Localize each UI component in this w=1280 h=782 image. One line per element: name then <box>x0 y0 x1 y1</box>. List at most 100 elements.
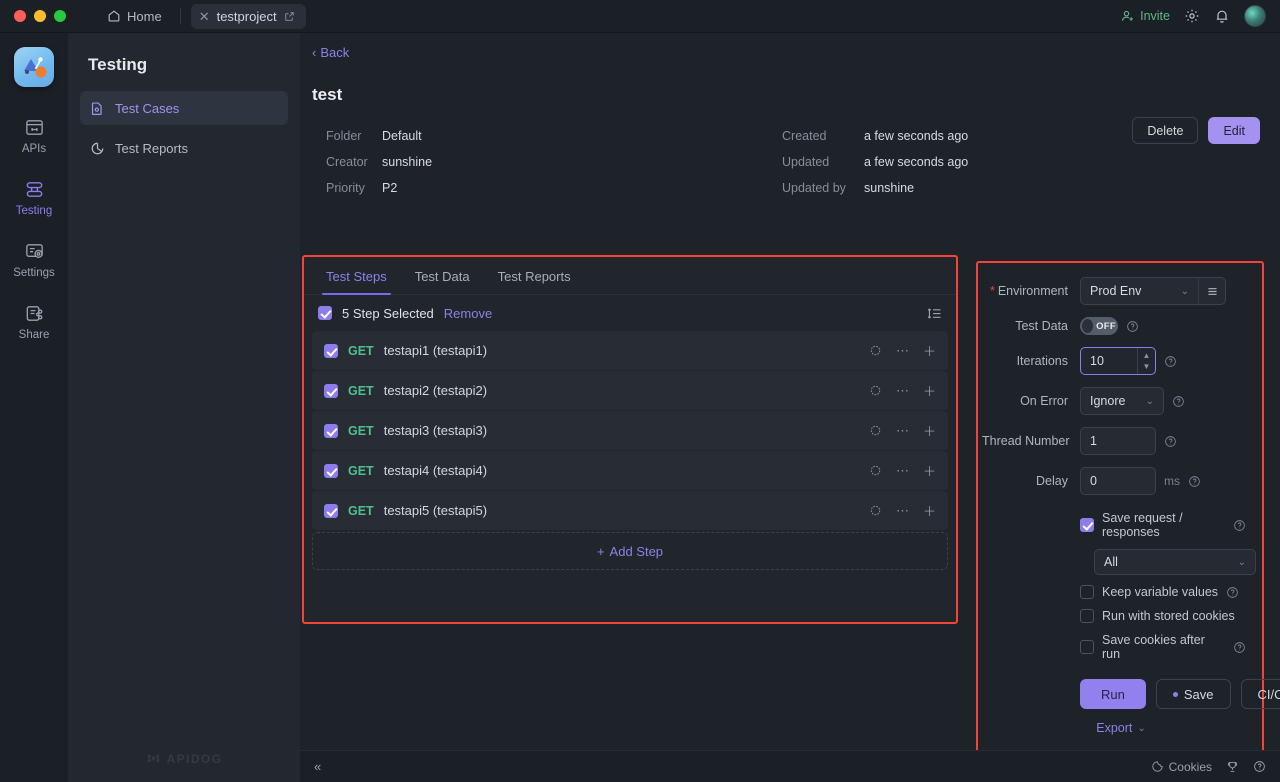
step-checkbox[interactable] <box>324 343 338 358</box>
table-row[interactable]: GET testapi4 (testapi4) ⋯ ＋ <box>312 451 948 490</box>
meta-row: Updated by sunshine <box>782 175 968 201</box>
back-button[interactable]: ‹ Back <box>312 45 349 60</box>
iterations-stepper[interactable]: 10 ▲ ▼ <box>1080 347 1156 375</box>
project-tab[interactable]: ✕ testproject <box>190 3 306 29</box>
help-icon[interactable] <box>1226 586 1239 599</box>
gear-icon[interactable] <box>1184 8 1200 24</box>
step-checkbox[interactable] <box>324 503 338 518</box>
rail-item-apis[interactable]: APIs <box>6 109 62 161</box>
help-icon[interactable] <box>1253 760 1266 773</box>
help-icon[interactable] <box>1233 519 1246 532</box>
tab-test-reports[interactable]: Test Reports <box>486 269 583 294</box>
rail-item-settings[interactable]: Settings <box>6 233 62 285</box>
add-icon[interactable]: ＋ <box>923 381 936 400</box>
add-step-button[interactable]: + Add Step <box>312 532 948 570</box>
add-icon[interactable]: ＋ <box>923 461 936 480</box>
meta-row: Created a few seconds ago <box>782 123 968 149</box>
maximize-window-button[interactable] <box>54 10 66 22</box>
tab-test-data[interactable]: Test Data <box>403 269 482 294</box>
rail-item-share[interactable]: Share <box>6 295 62 347</box>
settings-icon <box>24 241 45 262</box>
minimize-window-button[interactable] <box>34 10 46 22</box>
refresh-icon[interactable] <box>869 384 882 397</box>
tab-test-steps[interactable]: Test Steps <box>314 269 399 295</box>
keep-variables-checkbox[interactable] <box>1080 585 1094 599</box>
more-options-icon[interactable]: ⋯ <box>896 423 909 439</box>
meta-key: Updated <box>782 155 830 169</box>
help-icon[interactable] <box>1233 641 1246 654</box>
collapse-icon[interactable]: « <box>314 759 321 774</box>
bell-icon[interactable] <box>1214 8 1230 24</box>
help-icon[interactable] <box>1164 435 1177 448</box>
thread-number-value: 1 <box>1090 434 1097 448</box>
meta-value: Default <box>382 129 422 143</box>
delay-row: Delay 0 ms <box>982 467 1246 495</box>
table-row[interactable]: GET testapi3 (testapi3) ⋯ ＋ <box>312 411 948 450</box>
stored-cookies-checkbox[interactable] <box>1080 609 1094 623</box>
step-checkbox[interactable] <box>324 463 338 478</box>
select-all-checkbox[interactable] <box>318 306 332 320</box>
more-options-icon[interactable]: ⋯ <box>896 503 909 519</box>
sidebar-item-test-reports[interactable]: Test Reports <box>80 131 288 165</box>
remove-steps-button[interactable]: Remove <box>444 306 492 321</box>
environment-manage-button[interactable] <box>1198 277 1226 305</box>
run-button[interactable]: Run <box>1080 679 1146 709</box>
help-icon[interactable] <box>1172 395 1185 408</box>
close-window-button[interactable] <box>14 10 26 22</box>
add-icon[interactable]: ＋ <box>923 421 936 440</box>
more-options-icon[interactable]: ⋯ <box>896 383 909 399</box>
home-tab[interactable]: Home <box>99 5 170 28</box>
refresh-icon[interactable] <box>869 464 882 477</box>
refresh-icon[interactable] <box>869 344 882 357</box>
meta-value: P2 <box>382 181 398 195</box>
test-data-toggle[interactable]: OFF <box>1080 317 1118 335</box>
stepper-down-icon[interactable]: ▼ <box>1143 362 1151 371</box>
add-icon[interactable]: ＋ <box>923 501 936 520</box>
delete-button[interactable]: Delete <box>1132 117 1199 144</box>
keep-variables-label: Keep variable values <box>1102 585 1219 599</box>
edit-button[interactable]: Edit <box>1208 117 1260 144</box>
invite-button[interactable]: Invite <box>1121 9 1170 23</box>
close-icon[interactable]: ✕ <box>199 10 210 23</box>
refresh-icon[interactable] <box>869 424 882 437</box>
environment-select[interactable]: Prod Env ⌄ <box>1080 277 1198 305</box>
apis-icon <box>24 117 45 138</box>
step-name: testapi3 (testapi3) <box>383 423 488 438</box>
cicd-button[interactable]: CI/CD <box>1240 679 1280 709</box>
save-button[interactable]: Save <box>1155 679 1231 709</box>
table-row[interactable]: GET testapi5 (testapi5) ⋯ ＋ <box>312 491 948 530</box>
sort-icon[interactable] <box>927 306 942 321</box>
chevron-left-icon: ‹ <box>312 45 317 60</box>
avatar[interactable] <box>1244 5 1266 27</box>
help-icon[interactable] <box>1126 320 1139 333</box>
app-logo[interactable] <box>14 47 54 87</box>
rail-item-testing[interactable]: Testing <box>6 171 62 223</box>
save-requests-checkbox[interactable] <box>1080 518 1094 532</box>
step-checkbox[interactable] <box>324 383 338 398</box>
add-icon[interactable]: ＋ <box>923 341 936 360</box>
refresh-icon[interactable] <box>869 504 882 517</box>
save-cookies-checkbox[interactable] <box>1080 640 1094 654</box>
window-controls[interactable] <box>0 10 66 22</box>
export-button[interactable]: Export ⌄ <box>982 721 1162 735</box>
sidebar-item-label: Test Cases <box>115 100 180 116</box>
help-icon[interactable] <box>1164 355 1177 368</box>
thread-number-input[interactable]: 1 <box>1080 427 1156 455</box>
stepper-up-icon[interactable]: ▲ <box>1143 351 1151 360</box>
more-options-icon[interactable]: ⋯ <box>896 463 909 479</box>
external-link-icon[interactable] <box>284 11 295 22</box>
help-icon[interactable] <box>1188 475 1201 488</box>
table-row[interactable]: GET testapi2 (testapi2) ⋯ ＋ <box>312 371 948 410</box>
save-scope-select[interactable]: All ⌄ <box>1094 549 1256 575</box>
trophy-icon[interactable] <box>1226 760 1239 774</box>
cookies-button[interactable]: Cookies <box>1151 760 1212 774</box>
delay-input[interactable]: 0 <box>1080 467 1156 495</box>
meta-value: a few seconds ago <box>864 155 969 169</box>
stepper-arrows[interactable]: ▲ ▼ <box>1137 348 1155 374</box>
sidebar-item-test-cases[interactable]: Test Cases <box>80 91 288 125</box>
more-options-icon[interactable]: ⋯ <box>896 343 909 359</box>
sidebar-list: Test Cases Test Reports <box>68 91 300 165</box>
table-row[interactable]: GET testapi1 (testapi1) ⋯ ＋ <box>312 331 948 370</box>
on-error-select[interactable]: Ignore ⌄ <box>1080 387 1164 415</box>
step-checkbox[interactable] <box>324 423 338 438</box>
